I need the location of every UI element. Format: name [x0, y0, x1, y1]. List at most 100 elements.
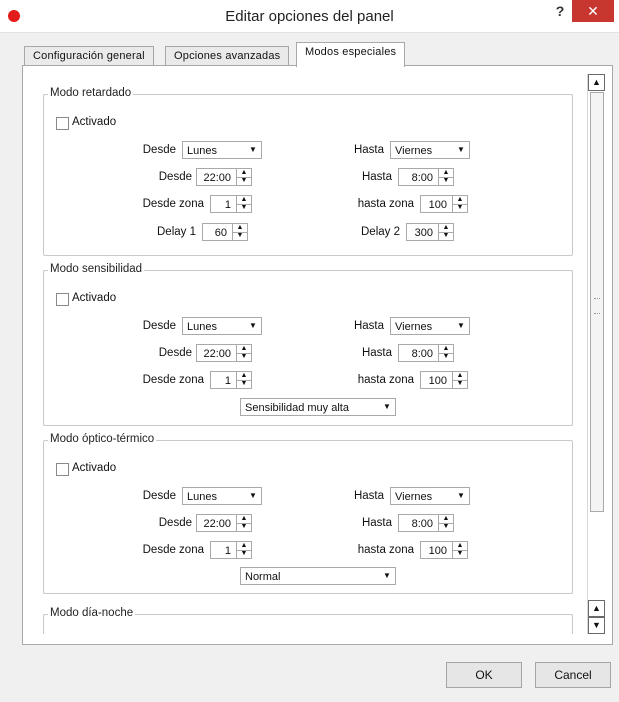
- hasta-zona-value: 100: [428, 199, 447, 211]
- desde-zona-label: Desde zona: [142, 198, 204, 210]
- cancel-button[interactable]: Cancel: [535, 662, 611, 688]
- group-title: Modo sensibilidad: [48, 263, 145, 275]
- spin-down-icon[interactable]: ▼: [438, 353, 453, 361]
- vertical-scrollbar[interactable]: ▲ ▲ ▼: [587, 74, 605, 634]
- desde-hora-spin[interactable]: 22:00 ▲ ▼: [196, 514, 252, 532]
- activado-checkbox[interactable]: [56, 293, 69, 306]
- desde-hora-label: Desde: [158, 171, 192, 183]
- group-title: Modo día-noche: [48, 607, 136, 619]
- optico-modo-select[interactable]: Normal ▼: [240, 567, 396, 585]
- sensibilidad-value: Sensibilidad muy alta: [245, 402, 349, 414]
- desde-zona-spin[interactable]: 1 ▲ ▼: [210, 195, 252, 213]
- ok-button[interactable]: OK: [446, 662, 522, 688]
- hasta-hora-value: 8:00: [411, 348, 433, 360]
- desde-hora-spin[interactable]: 22:00 ▲ ▼: [196, 168, 252, 186]
- hasta-zona-value: 100: [428, 375, 447, 387]
- hasta-dia-select[interactable]: Viernes ▼: [390, 141, 470, 159]
- hasta-dia-label: Hasta: [353, 144, 384, 156]
- hasta-dia-label: Hasta: [353, 490, 384, 502]
- activado-checkbox[interactable]: [56, 117, 69, 130]
- chevron-down-icon: ▼: [249, 491, 257, 500]
- desde-dia-label: Desde: [142, 320, 176, 332]
- spin-down-icon[interactable]: ▼: [236, 550, 251, 558]
- activado-label: Activado: [72, 116, 117, 128]
- group-modo-retardado: Modo retardado Activado Desde Lunes ▼ Has…: [43, 87, 573, 256]
- desde-dia-label: Desde: [142, 144, 176, 156]
- delay1-spin[interactable]: 60 ▲ ▼: [202, 223, 248, 241]
- hasta-hora-spin[interactable]: 8:00 ▲ ▼: [398, 514, 454, 532]
- scroll-up-icon[interactable]: ▲: [588, 74, 605, 91]
- desde-dia-select[interactable]: Lunes ▼: [182, 317, 262, 335]
- hasta-zona-label: hasta zona: [357, 374, 414, 386]
- sensibilidad-select[interactable]: Sensibilidad muy alta ▼: [240, 398, 396, 416]
- hasta-zona-value: 100: [428, 545, 447, 557]
- desde-dia-select[interactable]: Lunes ▼: [182, 487, 262, 505]
- desde-hora-value: 22:00: [203, 518, 231, 530]
- spin-down-icon[interactable]: ▼: [438, 523, 453, 531]
- chevron-down-icon: ▼: [457, 491, 465, 500]
- hasta-dia-select[interactable]: Viernes ▼: [390, 487, 470, 505]
- delay2-spin[interactable]: 300 ▲ ▼: [406, 223, 454, 241]
- spin-down-icon[interactable]: ▼: [438, 177, 453, 185]
- scroll-down-icon[interactable]: ▼: [588, 617, 605, 634]
- hasta-hora-label: Hasta: [361, 171, 392, 183]
- spin-down-icon[interactable]: ▼: [236, 523, 251, 531]
- chevron-down-icon: ▼: [457, 145, 465, 154]
- desde-dia-value: Lunes: [187, 321, 217, 333]
- hasta-zona-label: hasta zona: [357, 198, 414, 210]
- grip-icon: [594, 298, 600, 314]
- desde-zona-label: Desde zona: [142, 544, 204, 556]
- activado-checkbox[interactable]: [56, 463, 69, 476]
- group-modo-sensibilidad: Modo sensibilidad Activado Desde Lunes ▼ …: [43, 263, 573, 426]
- optico-modo-value: Normal: [245, 571, 281, 583]
- spin-down-icon[interactable]: ▼: [232, 232, 247, 240]
- desde-hora-value: 22:00: [203, 172, 231, 184]
- tab-configuracion-general[interactable]: Configuración general: [24, 46, 154, 66]
- scroll-thumb[interactable]: [590, 92, 604, 512]
- desde-hora-spin[interactable]: 22:00 ▲ ▼: [196, 344, 252, 362]
- activado-label: Activado: [72, 462, 117, 474]
- spin-down-icon[interactable]: ▼: [452, 380, 467, 388]
- delay1-label: Delay 1: [157, 226, 196, 238]
- help-button[interactable]: ?: [548, 3, 572, 25]
- spin-down-icon[interactable]: ▼: [236, 177, 251, 185]
- desde-zona-spin[interactable]: 1 ▲ ▼: [210, 541, 252, 559]
- desde-hora-label: Desde: [158, 517, 192, 529]
- hasta-hora-spin[interactable]: 8:00 ▲ ▼: [398, 344, 454, 362]
- spin-down-icon[interactable]: ▼: [236, 380, 251, 388]
- hasta-zona-spin[interactable]: 100 ▲ ▼: [420, 371, 468, 389]
- chevron-down-icon: ▼: [383, 571, 391, 580]
- hasta-hora-value: 8:00: [411, 518, 433, 530]
- scroll-step-up-icon[interactable]: ▲: [588, 600, 605, 617]
- spin-down-icon[interactable]: ▼: [236, 204, 251, 212]
- desde-hora-label: Desde: [158, 347, 192, 359]
- spin-down-icon[interactable]: ▼: [452, 550, 467, 558]
- delay1-value: 60: [214, 227, 227, 239]
- hasta-hora-spin[interactable]: 8:00 ▲ ▼: [398, 168, 454, 186]
- activado-label: Activado: [72, 292, 117, 304]
- spin-down-icon[interactable]: ▼: [438, 232, 453, 240]
- group-modo-dia-noche: Modo día-noche: [43, 607, 573, 634]
- window-title: Editar opciones del panel: [225, 8, 394, 25]
- spin-down-icon[interactable]: ▼: [236, 353, 251, 361]
- hasta-dia-value: Viernes: [395, 145, 433, 157]
- desde-zona-spin[interactable]: 1 ▲ ▼: [210, 371, 252, 389]
- scroll-area: Modo retardado Activado Desde Lunes ▼ Has…: [31, 74, 587, 634]
- close-button[interactable]: ✕: [572, 0, 614, 22]
- hasta-zona-spin[interactable]: 100 ▲ ▼: [420, 195, 468, 213]
- desde-dia-value: Lunes: [187, 491, 217, 503]
- chevron-down-icon: ▼: [457, 321, 465, 330]
- desde-zona-value: 1: [224, 375, 231, 387]
- tab-opciones-avanzadas[interactable]: Opciones avanzadas: [165, 46, 290, 66]
- desde-zona-label: Desde zona: [142, 374, 204, 386]
- group-title: Modo óptico-térmico: [48, 433, 157, 445]
- hasta-dia-select[interactable]: Viernes ▼: [390, 317, 470, 335]
- hasta-hora-value: 8:00: [411, 172, 433, 184]
- desde-dia-select[interactable]: Lunes ▼: [182, 141, 262, 159]
- desde-dia-value: Lunes: [187, 145, 217, 157]
- hasta-dia-value: Viernes: [395, 491, 433, 503]
- desde-dia-label: Desde: [142, 490, 176, 502]
- tab-modos-especiales[interactable]: Modos especiales: [296, 42, 406, 67]
- hasta-zona-spin[interactable]: 100 ▲ ▼: [420, 541, 468, 559]
- spin-down-icon[interactable]: ▼: [452, 204, 467, 212]
